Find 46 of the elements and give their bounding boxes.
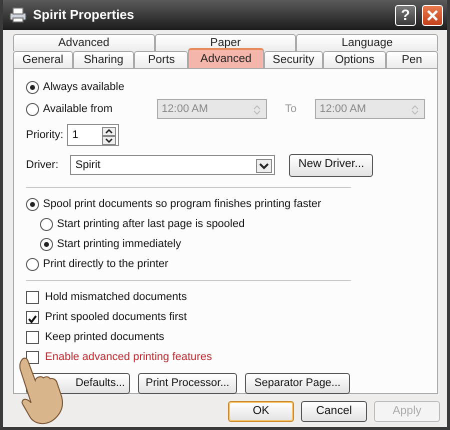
tab[interactable]: Sharing: [72, 51, 134, 68]
checkbox-label[interactable]: Print spooled documents first: [45, 308, 187, 326]
tab[interactable]: Advanced: [188, 48, 264, 68]
printer-icon: [9, 7, 27, 23]
driver-dropdown[interactable]: Spirit: [70, 155, 276, 175]
tab[interactable]: Language: [296, 34, 438, 51]
tab[interactable]: Options: [323, 51, 386, 68]
radio-label[interactable]: Start printing after last page is spooled: [57, 216, 245, 232]
radio-label[interactable]: Spool print documents so program finishes printing faster: [43, 196, 322, 212]
radio-label[interactable]: Print directly to the printer: [43, 256, 168, 272]
tab[interactable]: Pen: [386, 51, 438, 68]
priority-spinner[interactable]: 1: [67, 124, 120, 146]
radio-label[interactable]: Available from: [43, 100, 112, 118]
checkbox[interactable]: [26, 350, 39, 364]
tab[interactable]: General: [13, 51, 73, 68]
panel-button[interactable]: Print Processor...: [138, 373, 237, 394]
tab[interactable]: Paper: [154, 34, 296, 51]
checkbox-label[interactable]: Enable advanced printing features: [45, 348, 212, 366]
radio-button[interactable]: [40, 218, 53, 230]
priority-label: Priority:: [26, 128, 64, 143]
to-label: To: [284, 102, 297, 117]
radio-button[interactable]: [26, 258, 39, 270]
radio-button[interactable]: [26, 198, 39, 210]
panel-button[interactable]: Separator Page...: [245, 373, 350, 394]
radio-button[interactable]: [40, 238, 53, 250]
checkbox[interactable]: [26, 330, 39, 344]
tab[interactable]: Security: [264, 51, 324, 68]
radio-label[interactable]: Always available: [43, 78, 124, 96]
radio-button[interactable]: [26, 80, 39, 94]
checkbox-label[interactable]: Hold mismatched documents: [45, 288, 187, 306]
driver-label: Driver:: [26, 158, 58, 173]
checkbox[interactable]: [26, 290, 39, 304]
tab[interactable]: Ports: [134, 51, 188, 68]
new-driver-button[interactable]: New Driver...: [289, 154, 374, 176]
radio-label[interactable]: Start printing immediately: [57, 236, 182, 252]
close-button[interactable]: [422, 4, 443, 26]
checkbox[interactable]: [26, 310, 39, 324]
spinner-arrows-icon[interactable]: [102, 127, 116, 145]
help-button[interactable]: ?: [395, 4, 416, 26]
dialog-button[interactable]: OK: [228, 401, 294, 422]
tab[interactable]: Advanced: [13, 34, 155, 51]
close-icon: [427, 10, 438, 20]
checkbox-label[interactable]: Keep printed documents: [45, 328, 164, 346]
dialog-button[interactable]: Cancel: [301, 401, 367, 422]
window-title: Spirit Properties: [33, 6, 136, 24]
radio-button[interactable]: [26, 102, 39, 116]
